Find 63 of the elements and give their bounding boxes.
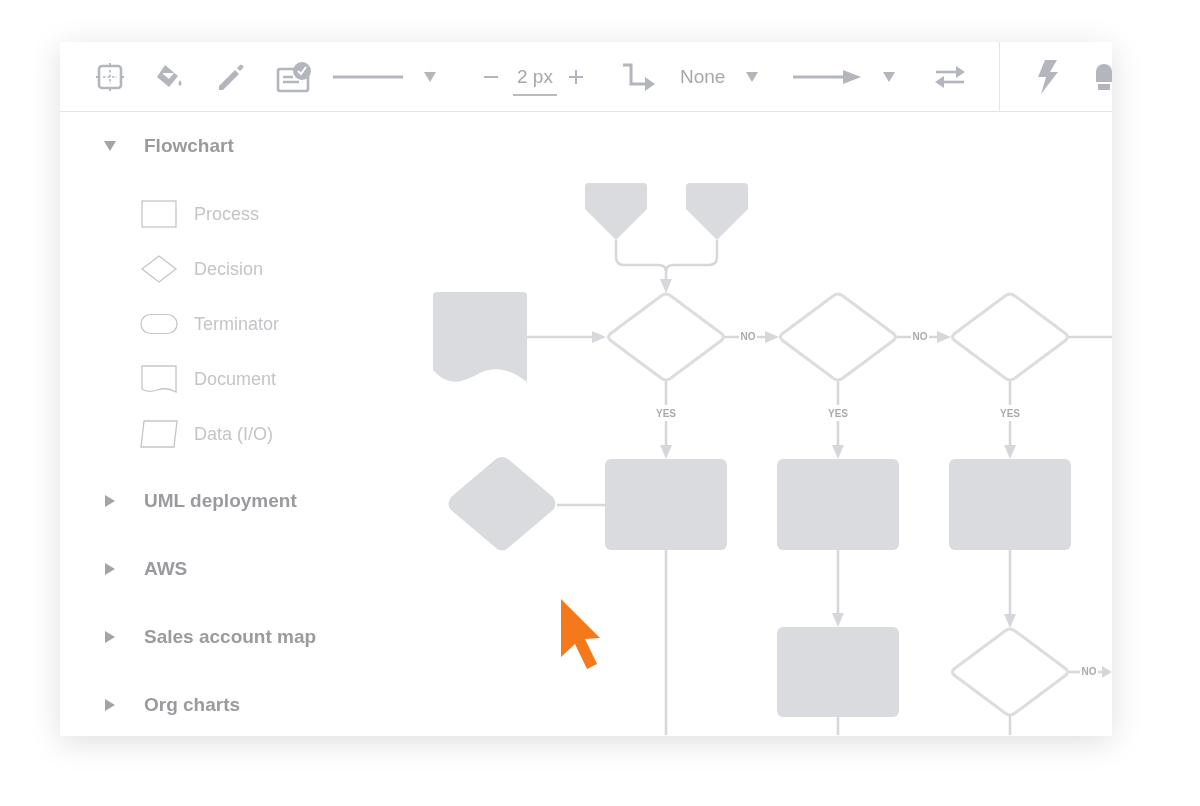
connector-arrow [1098,666,1112,678]
connector-label: NO [912,331,928,342]
category-header[interactable]: UML deployment [144,490,297,512]
shape-label: Data (I/O) [194,423,273,445]
arrow-line-icon [793,69,862,84]
connector-line [1008,716,1012,735]
connector-line [897,335,911,339]
connector-line [557,503,605,507]
connector-line [664,381,668,405]
lightning-button[interactable] [1035,59,1060,94]
format-check-button[interactable] [276,60,312,93]
caret-icon [424,71,436,82]
line-jump-dropdown[interactable]: None [679,65,759,88]
caret-icon [883,71,896,82]
connector-arrow [757,331,779,343]
connector-label: NO [740,331,756,342]
category-header[interactable]: Flowchart [144,135,234,157]
shape-label: Document [194,368,277,390]
connector-line [614,240,668,272]
connector-arrow [660,421,672,459]
connector-arrow [832,421,844,459]
process-shape-icon [140,200,178,228]
connector-label: YES [1000,408,1020,419]
shape-label: Decision [194,258,264,280]
connector-label: YES [656,408,676,419]
connector-line [1069,335,1112,339]
decision-shape-icon [140,255,178,283]
connector-arrow [929,331,951,343]
connector-line [836,381,840,405]
connector-line [1008,381,1012,405]
shape-label: Process [194,203,260,225]
line-style-icon [333,74,403,79]
line-style-dropdown[interactable] [333,71,436,82]
connector-style-button[interactable] [620,61,657,92]
connector-line [836,717,840,735]
disclosure-caret-icon[interactable] [104,563,116,575]
line-width-field[interactable]: 2 px [513,65,557,96]
category-header[interactable]: Sales account map [144,626,317,648]
pentagon-shape [686,183,748,240]
category-header[interactable]: AWS [144,558,188,580]
plus-button[interactable] [568,69,583,84]
disclosure-caret-icon[interactable] [104,495,116,507]
connector-arrow [1004,421,1016,459]
crop-button[interactable] [96,62,124,91]
disclosure-caret-icon[interactable] [104,631,116,643]
category-header[interactable]: Org charts [144,694,241,716]
pentagon-shape [585,183,647,240]
document-shape-icon [140,365,178,393]
arrow-style-dropdown[interactable] [793,69,896,84]
connector-line [725,335,739,339]
connector-line [664,240,719,272]
data-shape-icon [140,420,178,448]
round-icon[interactable] [1094,61,1112,92]
caret-icon [746,71,759,82]
connector-label: NO [1081,666,1097,677]
shape-label: Terminator [194,313,280,335]
connector-line [1069,670,1080,674]
cursor-icon [561,599,600,669]
connector-arrow [660,269,672,293]
disclosure-caret-icon[interactable] [104,140,116,152]
swap-arrows-button[interactable] [934,63,967,90]
connector-label: YES [828,408,848,419]
disclosure-caret-icon[interactable] [104,699,116,711]
